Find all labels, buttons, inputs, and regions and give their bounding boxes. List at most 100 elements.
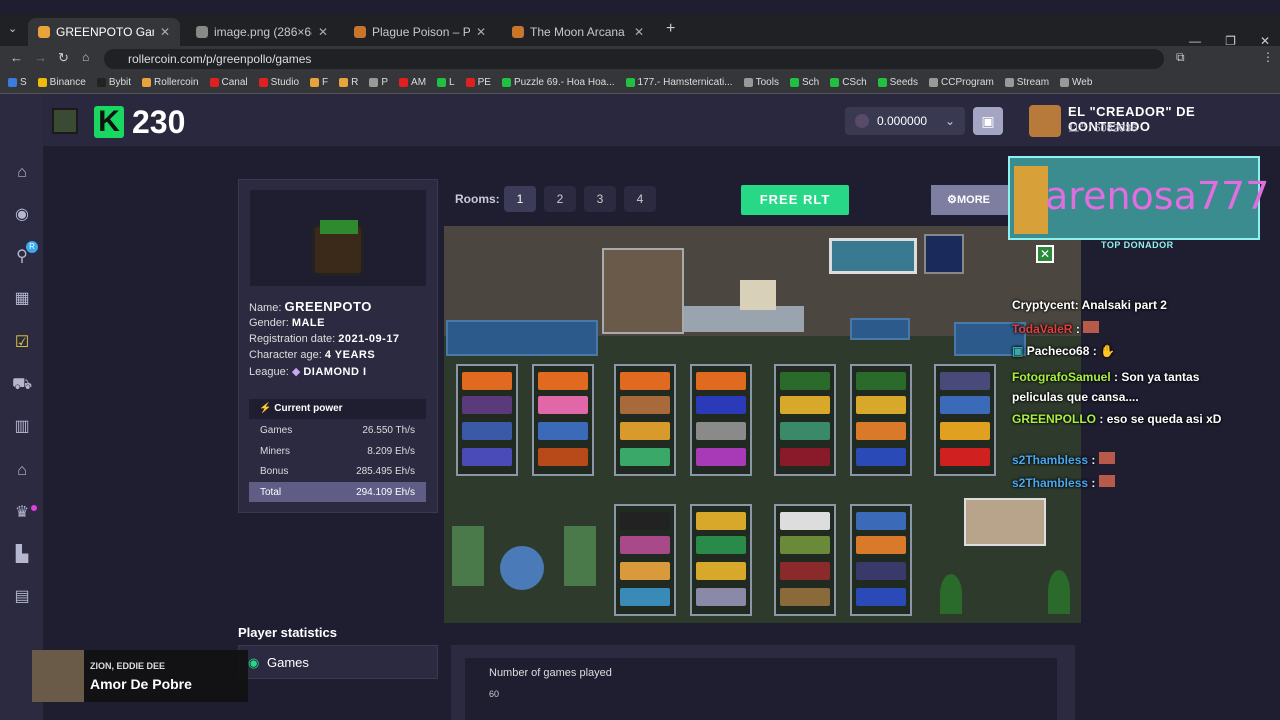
- rlt-coin-icon: [855, 114, 869, 128]
- bookmark-item[interactable]: Studio: [258, 77, 299, 88]
- label: League:: [249, 366, 289, 378]
- plant: [940, 574, 962, 614]
- bookmark-item[interactable]: 177.- Hamsternicati...: [625, 77, 733, 88]
- close-icon[interactable]: ✕: [318, 25, 328, 39]
- bookmark-item[interactable]: Stream: [1004, 77, 1050, 88]
- reload-icon[interactable]: ↻: [58, 50, 69, 66]
- chat-message: GREENPOLLO : eso se queda asi xD: [1012, 409, 1242, 429]
- room-2-button[interactable]: 2: [544, 186, 576, 212]
- marketplace-icon[interactable]: ▦: [12, 290, 32, 308]
- bookmark-item[interactable]: Bybit: [96, 77, 131, 88]
- games-label: Games: [267, 655, 309, 670]
- bookmark-item[interactable]: R: [339, 77, 358, 88]
- bookmark-item[interactable]: Sch: [789, 77, 819, 88]
- factory-icon[interactable]: ▙: [12, 546, 32, 564]
- chat-message: s2Thambless :: [1012, 452, 1115, 467]
- bookmark-item[interactable]: F: [310, 77, 328, 88]
- store-icon[interactable]: ▥: [12, 418, 32, 436]
- bookmark-label: P: [381, 77, 389, 88]
- miner-rack[interactable]: [774, 504, 836, 616]
- bookmark-item[interactable]: Puzzle 69.- Hoa Hoa...: [501, 77, 615, 88]
- bookmark-item[interactable]: PE: [465, 77, 491, 88]
- bookmark-label: 177.- Hamsternicati...: [637, 77, 733, 88]
- home-icon[interactable]: ⌂: [12, 164, 32, 182]
- news-icon[interactable]: ▤: [12, 588, 32, 606]
- chat-text: : eso se queda asi xD: [1099, 412, 1222, 426]
- bookmark-item[interactable]: S: [8, 77, 27, 88]
- shop-icon[interactable]: ⌂: [12, 462, 32, 480]
- song-title: Amor De Pobre: [90, 676, 192, 692]
- user-avatar[interactable]: [52, 108, 78, 134]
- url-input[interactable]: rollercoin.com/p/greenpollo/games: [104, 49, 1164, 69]
- chat-user: s2Thambless: [1012, 476, 1089, 490]
- close-icon[interactable]: ✕: [1036, 245, 1054, 263]
- tasks-icon[interactable]: ☑: [12, 334, 32, 352]
- miner-rack[interactable]: [774, 364, 836, 476]
- back-icon[interactable]: ←: [10, 50, 23, 65]
- bookmark-item[interactable]: Binance: [37, 77, 86, 88]
- wallet-icon: ▣: [981, 113, 995, 129]
- left-sidebar: ⌂ ◉ ⚲ ▦ ☑ ⛟ ▥ ⌂ ♛ ▙ ▤: [0, 94, 43, 720]
- free-rlt-button[interactable]: FREE RLT: [741, 185, 849, 215]
- bookmark-item[interactable]: Canal: [209, 77, 248, 88]
- mining-room-scene[interactable]: [444, 226, 1081, 623]
- label: Registration date:: [249, 333, 336, 345]
- bookmark-item[interactable]: Seeds: [877, 77, 918, 88]
- bookmark-label: PE: [477, 77, 491, 88]
- bookmark-item[interactable]: CCProgram: [929, 77, 994, 88]
- profile-avatar[interactable]: [1029, 105, 1061, 137]
- balance-dropdown[interactable]: 0.000000 ⌄: [845, 107, 965, 135]
- bookmark-label: Stream: [1016, 77, 1050, 88]
- miner-rack[interactable]: [690, 504, 752, 616]
- reg-value: 2021-09-17: [338, 333, 400, 345]
- miner-rack[interactable]: [532, 364, 594, 476]
- miner-rack[interactable]: [850, 364, 912, 476]
- forward-icon[interactable]: →: [34, 50, 47, 65]
- tab-rollercoin[interactable]: GREENPOTO Games | Rollercoin ✕: [28, 18, 180, 46]
- miner-rack[interactable]: [934, 364, 996, 476]
- tab-search-icon[interactable]: ⌄: [8, 22, 17, 35]
- close-icon[interactable]: ✕: [160, 25, 170, 39]
- bookmark-item[interactable]: CSch: [830, 77, 867, 88]
- games-stat-tab[interactable]: ◉ Games: [238, 645, 438, 679]
- bookmark-item[interactable]: L: [437, 77, 455, 88]
- bookmark-item[interactable]: Rollercoin: [142, 77, 199, 88]
- tab-plague[interactable]: Plague Poison – Piero ✕: [344, 18, 496, 46]
- miner-rack[interactable]: [690, 364, 752, 476]
- bookmark-item[interactable]: AM: [399, 77, 426, 88]
- rooms-label: Rooms:: [455, 192, 500, 206]
- more-button[interactable]: ⚙ MORE: [931, 185, 1011, 215]
- lightning-icon: ⚡: [259, 403, 272, 414]
- miner-rack[interactable]: [614, 364, 676, 476]
- bookmark-item[interactable]: Tools: [743, 77, 779, 88]
- tab-image[interactable]: image.png (286×68) ✕: [186, 18, 338, 46]
- bookmark-item[interactable]: Web: [1060, 77, 1092, 88]
- menu-icon[interactable]: ⋮: [1262, 50, 1274, 64]
- miner-rack[interactable]: [614, 504, 676, 616]
- power-value: 294.109 Eh/s: [356, 487, 415, 498]
- chat-user: Pacheco68: [1026, 344, 1090, 358]
- close-icon[interactable]: ✕: [476, 25, 486, 39]
- power-label: Games: [260, 425, 293, 436]
- room-1-button[interactable]: 1: [504, 186, 536, 212]
- gamepad-icon[interactable]: ◉: [12, 206, 32, 224]
- image-favicon-icon: [196, 26, 208, 38]
- new-tab-icon[interactable]: +: [666, 20, 675, 38]
- extensions-icon[interactable]: ⧉: [1176, 50, 1185, 65]
- profile-reg-row: Registration date: 2021-09-17: [249, 333, 400, 345]
- miner-rack[interactable]: [456, 364, 518, 476]
- room-3-button[interactable]: 3: [584, 186, 616, 212]
- cart-icon[interactable]: ⛟: [12, 376, 32, 394]
- power-row-bonus: Bonus 285.495 Eh/s: [249, 461, 426, 481]
- miner-rack[interactable]: [850, 504, 912, 616]
- close-icon[interactable]: ✕: [634, 25, 644, 39]
- tab-moon[interactable]: The Moon Arcana – Piero ✕: [502, 18, 654, 46]
- home-icon[interactable]: ⌂: [82, 50, 89, 64]
- room-4-button[interactable]: 4: [624, 186, 656, 212]
- trophy-icon[interactable]: ♛: [12, 504, 32, 522]
- rank-total: / 5082036: [1088, 122, 1138, 135]
- browser-tab-bar: GREENPOTO Games | Rollercoin ✕ image.png…: [0, 14, 1280, 48]
- wallet-button[interactable]: ▣: [973, 107, 1003, 135]
- bookmark-item[interactable]: P: [369, 77, 388, 88]
- bookmark-label: CCProgram: [941, 77, 994, 88]
